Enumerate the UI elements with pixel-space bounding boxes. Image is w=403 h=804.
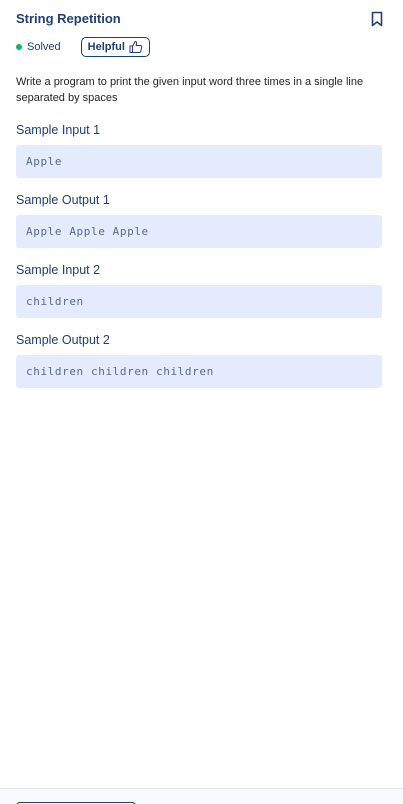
sample-output-2-label: Sample Output 2 (16, 333, 110, 347)
sample-input-2-box: children (16, 285, 382, 318)
title-row: String Repetition (16, 10, 387, 28)
solved-status-dot (16, 44, 22, 50)
sample-input-1-value: Apple (26, 155, 63, 168)
sample-input-2-label: Sample Input 2 (16, 263, 101, 277)
problem-page: String Repetition Solved Helpful Write a… (0, 0, 403, 804)
helpful-button[interactable]: Helpful (80, 37, 150, 57)
thumbs-up-icon (129, 40, 143, 54)
sample-output-1-box: Apple Apple Apple (16, 215, 382, 248)
sample-input-2-value: children (26, 295, 84, 308)
sample-input-1-box: Apple (16, 145, 382, 178)
sample-output-2-box: children children children (16, 355, 382, 388)
sample-input-1-label: Sample Input 1 (16, 123, 101, 137)
solved-status-label: Solved (27, 41, 61, 53)
problem-description: Write a program to print the given input… (16, 76, 364, 104)
problem-title: String Repetition (16, 11, 121, 26)
bookmark-icon[interactable] (371, 11, 383, 27)
status-row: Solved Helpful (16, 36, 150, 58)
sample-output-2-value: children children children (26, 365, 214, 378)
sample-output-1-label: Sample Output 1 (16, 193, 110, 207)
helpful-button-label: Helpful (87, 41, 125, 53)
sample-output-1-value: Apple Apple Apple (26, 225, 149, 238)
bottom-bar (0, 788, 403, 804)
